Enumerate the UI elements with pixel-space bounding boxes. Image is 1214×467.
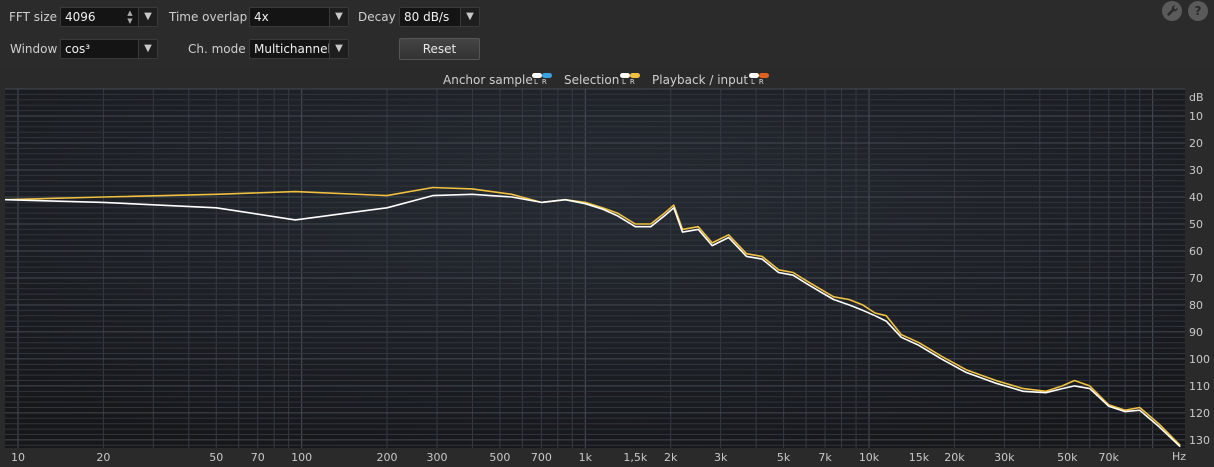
x-tick-label: 70k [1099, 451, 1120, 464]
x-tick-label: 500 [489, 451, 510, 464]
y-tick-label: 50 [1189, 218, 1203, 231]
y-tick-label: 110 [1189, 380, 1210, 393]
x-tick-label: 30k [994, 451, 1015, 464]
y-unit-label: dB [1189, 91, 1204, 104]
y-tick-label: 70 [1189, 272, 1203, 285]
x-tick-label: 15k [909, 451, 930, 464]
x-tick-label: 100 [291, 451, 312, 464]
y-tick-label: 10 [1189, 110, 1203, 123]
y-tick-label: 130 [1189, 434, 1210, 447]
y-tick-label: 80 [1189, 299, 1203, 312]
y-tick-label: 30 [1189, 164, 1203, 177]
x-tick-label: 10 [11, 451, 25, 464]
x-tick-label: 50 [209, 451, 223, 464]
y-tick-label: 100 [1189, 353, 1210, 366]
x-tick-label: 1k [579, 451, 593, 464]
y-tick-label: 90 [1189, 326, 1203, 339]
x-tick-label: 7k [818, 451, 832, 464]
x-tick-label: 50k [1057, 451, 1078, 464]
y-tick-label: 60 [1189, 245, 1203, 258]
y-tick-label: 120 [1189, 407, 1210, 420]
x-tick-label: 20 [96, 451, 110, 464]
x-tick-label: 3k [714, 451, 728, 464]
spectrum-plot[interactable]: 10 20 30 40 50 60 70 80 90 100 110 120 130 10 20 50 70 10… [0, 0, 1214, 467]
x-unit-label: Hz [1172, 450, 1186, 463]
x-tick-label: 5k [777, 451, 791, 464]
x-tick-label: 70 [251, 451, 265, 464]
y-tick-label: 20 [1189, 137, 1203, 150]
x-tick-label: 700 [531, 451, 552, 464]
x-tick-label: 300 [427, 451, 448, 464]
x-tick-label: 200 [377, 451, 398, 464]
y-tick-label: 40 [1189, 191, 1203, 204]
x-tick-label: 2k [664, 451, 678, 464]
x-tick-label: 10k [859, 451, 880, 464]
x-tick-label: 20k [944, 451, 965, 464]
x-tick-label: 1,5k [623, 451, 647, 464]
